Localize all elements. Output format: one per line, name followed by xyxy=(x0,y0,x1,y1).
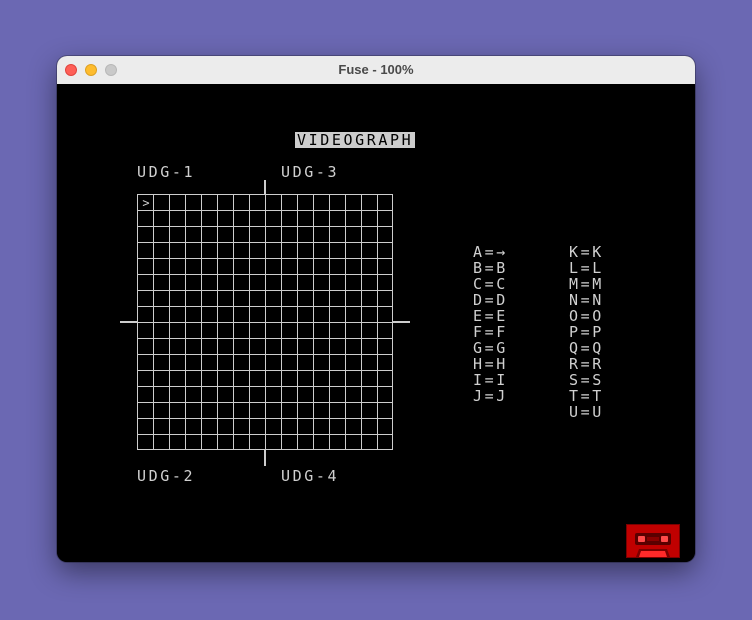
program-heading: VIDEOGRAPH xyxy=(295,131,416,149)
key-map-entry: P=P xyxy=(569,323,604,341)
cassette-tape-icon xyxy=(626,524,680,558)
key-map-entry: E=E xyxy=(473,307,508,325)
key-map-entry: K=K xyxy=(569,243,604,261)
key-map-entry: Q=Q xyxy=(569,339,604,357)
key-map-entry: T=T xyxy=(569,387,604,405)
key-map-entry: H=H xyxy=(473,355,508,373)
udg-3-label: UDG-3 xyxy=(281,163,340,181)
pixel-editor-grid[interactable]: > xyxy=(137,194,393,450)
grid-horizontal-axis-right xyxy=(393,321,410,323)
key-map-entry: F=F xyxy=(473,323,508,341)
udg-2-label: UDG-2 xyxy=(137,467,196,485)
udg-4-label: UDG-4 xyxy=(281,467,340,485)
grid-vertical-axis-top xyxy=(264,180,266,194)
key-map-entry: U=U xyxy=(569,403,604,421)
key-map-entry: C=C xyxy=(473,275,508,293)
key-map-entry: N=N xyxy=(569,291,604,309)
key-map-entry: I=I xyxy=(473,371,508,389)
udg-1-label: UDG-1 xyxy=(137,163,196,181)
key-map-entry: A=→ xyxy=(473,243,508,261)
key-map-entry: D=D xyxy=(473,291,508,309)
spectrum-screen[interactable]: VIDEOGRAPH UDG-1 UDG-3 > UDG-2 UDG-4 A=→… xyxy=(57,84,695,562)
key-map-entry: M=M xyxy=(569,275,604,293)
key-map-entry: J=J xyxy=(473,387,508,405)
grid-vertical-axis-bottom xyxy=(264,450,266,466)
key-map-entry: G=G xyxy=(473,339,508,357)
grid-horizontal-axis-left xyxy=(120,321,137,323)
key-map-entry: R=R xyxy=(569,355,604,373)
key-map-entry: S=S xyxy=(569,371,604,389)
key-map-entry: B=B xyxy=(473,259,508,277)
key-map-entry: O=O xyxy=(569,307,604,325)
emulator-window: Fuse - 100% VIDEOGRAPH UDG-1 UDG-3 > UDG… xyxy=(57,56,695,562)
grid-cursor: > xyxy=(142,196,150,210)
window-title: Fuse - 100% xyxy=(338,62,414,77)
key-map-entry: L=L xyxy=(569,259,604,277)
title-bar[interactable]: Fuse - 100% xyxy=(57,56,695,85)
